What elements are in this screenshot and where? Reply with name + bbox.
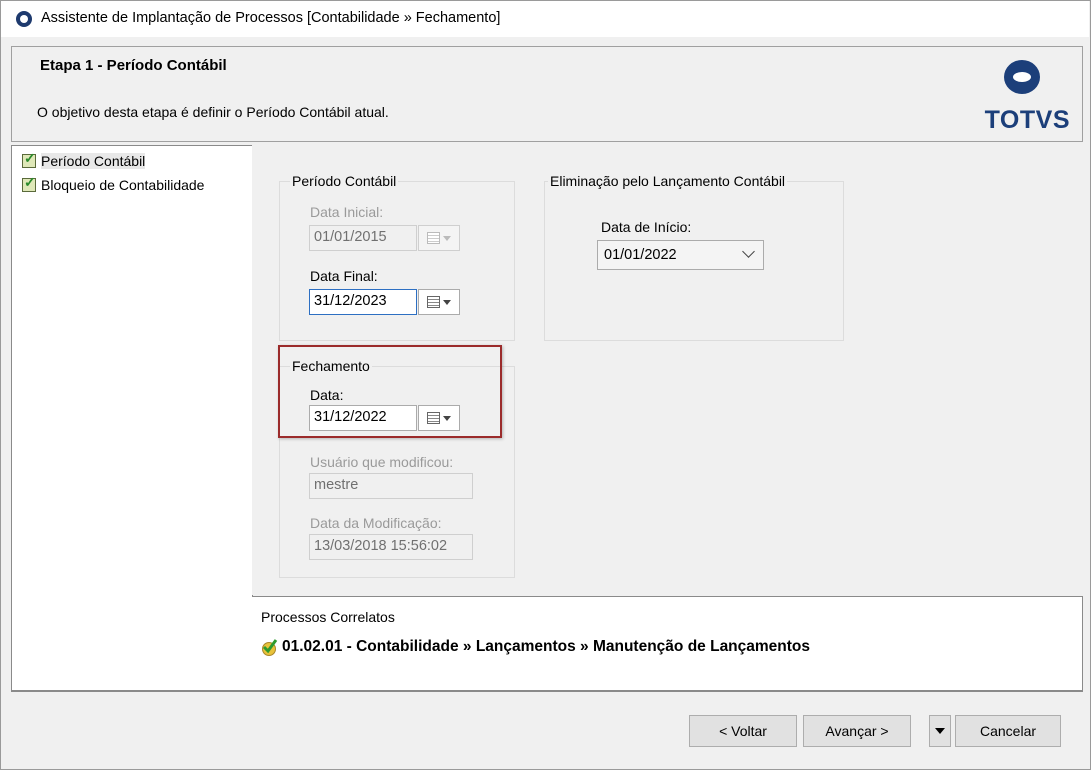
dropdown-arrow-icon	[443, 235, 451, 241]
totvs-logo-icon	[1004, 60, 1040, 94]
totvs-logo: TOTVS	[960, 57, 1070, 137]
usuario-label: Usuário que modificou:	[310, 454, 454, 470]
data-final-label: Data Final:	[310, 268, 378, 284]
step-title: Etapa 1 - Período Contábil	[40, 57, 227, 74]
next-button[interactable]: Avançar >	[803, 715, 911, 747]
data-inicial-label: Data Inicial:	[310, 204, 384, 220]
checkmark-icon	[22, 150, 36, 168]
logo-text: TOTVS	[984, 106, 1070, 134]
divider	[11, 690, 1082, 691]
data-modificacao-field: 13/03/2018 15:56:02	[309, 534, 473, 560]
periodo-group-label: Período Contábil	[290, 173, 399, 189]
checkmark-icon	[22, 174, 36, 192]
related-process-link[interactable]: 01.02.01 - Contabilidade » Lançamentos »…	[260, 638, 810, 656]
data-final-field[interactable]: 31/12/2023	[309, 289, 417, 315]
cancel-button[interactable]: Cancelar	[955, 715, 1061, 747]
related-title: Processos Correlatos	[261, 609, 395, 625]
highlight-box	[278, 345, 502, 438]
steps-sidebar: Período Contábil Bloqueio de Contabilida…	[11, 145, 253, 692]
step-description: O objetivo desta etapa é definir o Perío…	[37, 104, 389, 120]
sidebar-item-periodo-contabil[interactable]: Período Contábil	[22, 150, 146, 171]
related-process-label: 01.02.01 - Contabilidade » Lançamentos »…	[282, 638, 811, 655]
usuario-field: mestre	[309, 473, 473, 499]
data-inicio-label: Data de Início:	[601, 219, 692, 235]
eliminacao-group-label: Eliminação pelo Lançamento Contábil	[548, 173, 788, 189]
dropdown-arrow-icon	[443, 299, 451, 305]
step-content: Período Contábil Data Inicial: 01/01/201…	[252, 145, 1082, 595]
periodo-group: Período Contábil Data Inicial: 01/01/201…	[279, 173, 515, 341]
cancel-options-dropdown[interactable]	[929, 715, 951, 747]
data-final-calendar-button[interactable]	[418, 289, 460, 315]
app-icon	[16, 11, 32, 27]
dropdown-arrow-icon	[935, 728, 945, 734]
sidebar-item-label: Período Contábil	[41, 153, 146, 169]
title-bar: Assistente de Implantação de Processos […	[1, 1, 1089, 37]
step-header: Etapa 1 - Período Contábil O objetivo de…	[11, 46, 1083, 142]
related-processes-panel: Processos Correlatos 01.02.01 - Contabil…	[252, 596, 1083, 692]
data-inicial-calendar-button	[418, 225, 460, 251]
sidebar-item-bloqueio[interactable]: Bloqueio de Contabilidade	[22, 174, 205, 195]
sidebar-item-label: Bloqueio de Contabilidade	[41, 177, 205, 193]
window-title: Assistente de Implantação de Processos […	[41, 10, 501, 26]
calendar-icon	[427, 232, 440, 244]
data-modificacao-label: Data da Modificação:	[310, 515, 442, 531]
data-inicio-value: 01/01/2022	[604, 247, 677, 263]
back-button[interactable]: < Voltar	[689, 715, 797, 747]
calendar-icon	[427, 296, 440, 308]
data-inicial-field: 01/01/2015	[309, 225, 417, 251]
process-check-icon	[262, 639, 278, 656]
chevron-down-icon	[742, 245, 755, 258]
data-inicio-select[interactable]: 01/01/2022	[597, 240, 764, 270]
eliminacao-group: Eliminação pelo Lançamento Contábil Data…	[544, 173, 844, 341]
